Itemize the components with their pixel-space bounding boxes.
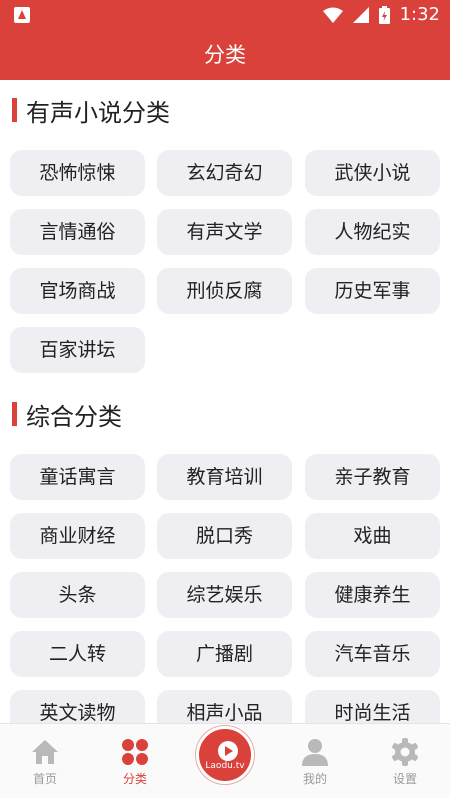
category-chip[interactable]: 二人转 xyxy=(10,631,145,677)
section-accent-bar xyxy=(12,98,17,122)
section-title: 有声小说分类 xyxy=(26,98,170,127)
gear-icon xyxy=(392,738,418,766)
nav-settings[interactable]: 设置 xyxy=(360,724,450,798)
category-chip[interactable]: 教育培训 xyxy=(157,454,292,500)
category-chip[interactable]: 综艺娱乐 xyxy=(157,572,292,618)
page-title: 分类 xyxy=(0,30,450,80)
center-play-button[interactable]: Laodu.tv xyxy=(196,726,254,784)
category-chip[interactable]: 官场商战 xyxy=(10,268,145,314)
cell-signal-icon xyxy=(352,7,369,23)
play-logo-icon xyxy=(218,741,238,761)
category-chip[interactable]: 童话寓言 xyxy=(10,454,145,500)
category-chip[interactable]: 有声文学 xyxy=(157,209,292,255)
home-icon xyxy=(32,740,58,764)
battery-charging-icon xyxy=(378,6,390,24)
category-chip[interactable]: 人物纪实 xyxy=(305,209,440,255)
wifi-icon xyxy=(322,7,343,23)
category-chip[interactable]: 亲子教育 xyxy=(305,454,440,500)
app-logo-icon xyxy=(14,7,30,23)
category-chip[interactable]: 汽车音乐 xyxy=(305,631,440,677)
user-icon xyxy=(302,739,328,766)
category-chip[interactable]: 头条 xyxy=(10,572,145,618)
category-chip[interactable]: 百家讲坛 xyxy=(10,327,145,373)
section-title: 综合分类 xyxy=(26,402,122,431)
nav-home-label: 首页 xyxy=(32,772,57,786)
section-header-general: 综合分类 xyxy=(12,399,122,431)
nav-home[interactable]: 首页 xyxy=(0,724,90,798)
section-accent-bar xyxy=(12,402,17,426)
system-status: 1:32 xyxy=(322,4,440,26)
grid-dots-icon xyxy=(122,739,148,765)
category-list[interactable]: 有声小说分类 恐怖惊悚 玄幻奇幻 武侠小说 言情通俗 有声文学 人物纪实 官场商… xyxy=(0,80,450,723)
category-chip[interactable]: 广播剧 xyxy=(157,631,292,677)
category-chip[interactable]: 武侠小说 xyxy=(305,150,440,196)
category-chip[interactable]: 时尚生活 xyxy=(305,690,440,723)
nav-category-label: 分类 xyxy=(122,772,147,786)
category-chip[interactable]: 脱口秀 xyxy=(157,513,292,559)
category-chip[interactable]: 相声小品 xyxy=(157,690,292,723)
nav-mine[interactable]: 我的 xyxy=(270,724,360,798)
clock: 1:32 xyxy=(399,4,440,25)
category-chip[interactable]: 言情通俗 xyxy=(10,209,145,255)
category-chip[interactable]: 恐怖惊悚 xyxy=(10,150,145,196)
category-chip[interactable]: 商业财经 xyxy=(10,513,145,559)
category-chip[interactable]: 英文读物 xyxy=(10,690,145,723)
status-bar: 1:32 xyxy=(0,0,450,30)
nav-mine-label: 我的 xyxy=(302,772,327,786)
section-header-audio-novel: 有声小说分类 xyxy=(12,95,170,127)
nav-settings-label: 设置 xyxy=(392,772,417,786)
category-chip[interactable]: 健康养生 xyxy=(305,572,440,618)
category-chip[interactable]: 戏曲 xyxy=(305,513,440,559)
category-chip[interactable]: 历史军事 xyxy=(305,268,440,314)
category-chip[interactable]: 刑侦反腐 xyxy=(157,268,292,314)
brand-logo-text: Laodu.tv xyxy=(205,761,245,771)
category-chip[interactable]: 玄幻奇幻 xyxy=(157,150,292,196)
nav-category[interactable]: 分类 xyxy=(90,724,180,798)
